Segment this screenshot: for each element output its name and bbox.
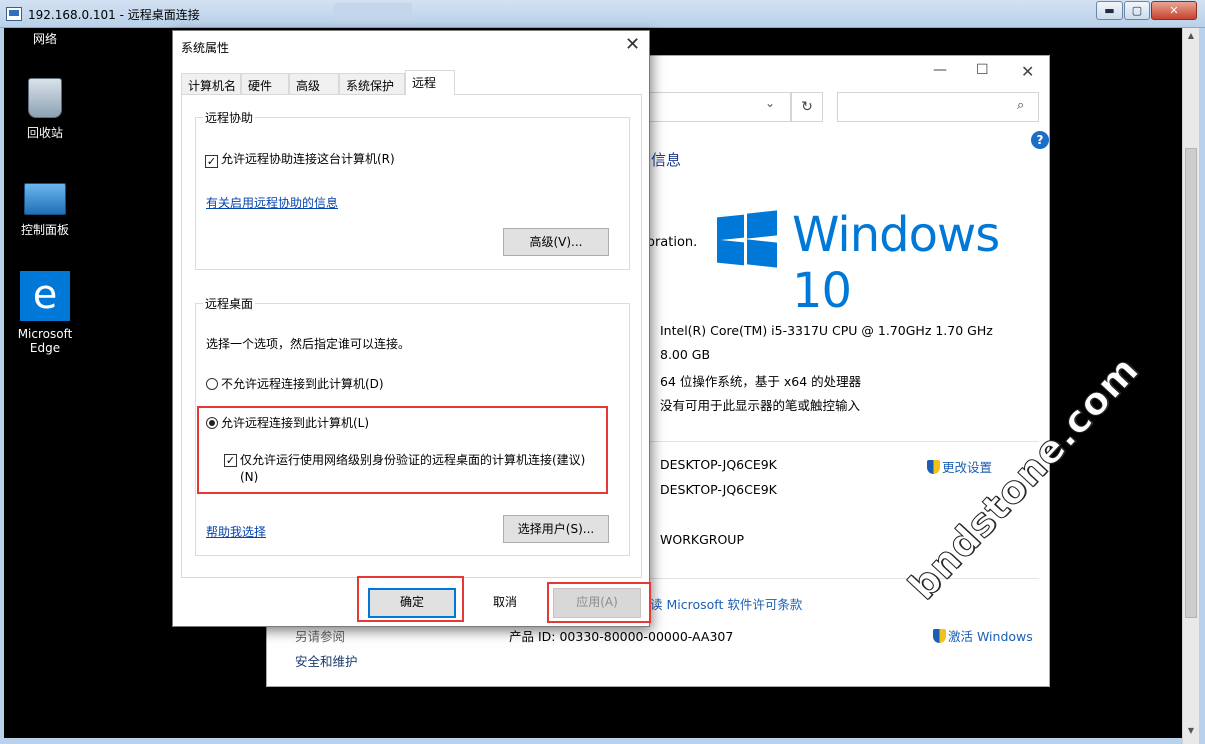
desktop-icon-label: 控制面板 <box>20 223 69 237</box>
radio-deny-remote[interactable]: 不允许远程连接到此计算机(D) <box>206 375 384 392</box>
dialog-title: 系统属性 <box>181 41 230 55</box>
dialog-close-button[interactable]: ✕ <box>625 34 640 55</box>
group-title: 远程桌面 <box>203 295 256 312</box>
system-properties-dialog: 系统属性 ✕ 计算机名 硬件 高级 系统保护 远程 远程协助 ✓ 允许远程协助连接… <box>172 30 650 627</box>
vertical-scrollbar[interactable]: ▲ ▼ <box>1182 28 1199 744</box>
windows-brand-text: Windows 10 <box>792 207 1000 319</box>
processor-value: Intel(R) Core(TM) i5-3317U CPU @ 1.70GHz… <box>660 323 993 338</box>
instruction-text: 选择一个选项，然后指定谁可以连接。 <box>206 337 411 351</box>
tab-system-protection[interactable]: 系统保护 <box>339 73 405 94</box>
select-users-button[interactable]: 选择用户(S)... <box>503 515 609 543</box>
highlight-box-apply <box>547 582 651 623</box>
full-computer-name-value: DESKTOP-JQ6CE9K <box>660 482 777 497</box>
workgroup-value: WORKGROUP <box>660 532 744 547</box>
activate-windows-link[interactable]: 激活 Windows <box>933 626 1033 645</box>
help-icon[interactable]: ? <box>1031 131 1049 149</box>
rdp-title-bar: 192.168.0.101 - 远程桌面连接 ▬ ▢ ✕ <box>0 0 1205 28</box>
desktop-icon-label: 回收站 <box>26 126 63 140</box>
scroll-down-arrow-icon[interactable]: ▼ <box>1183 723 1199 739</box>
rdp-window-title: 192.168.0.101 - 远程桌面连接 <box>28 8 200 22</box>
page-heading: 信息 <box>651 151 682 169</box>
divider <box>647 578 1039 579</box>
license-terms-link[interactable]: 读 Microsoft 软件许可条款 <box>650 594 802 613</box>
allow-remote-assistance-checkbox[interactable]: ✓ 允许远程协助连接这台计算机(R) <box>205 150 395 168</box>
rdp-maximize-button[interactable]: ▢ <box>1124 1 1150 20</box>
control-panel-icon <box>24 183 66 215</box>
desktop-icon-label: Microsoft Edge <box>17 327 73 355</box>
pen-touch-value: 没有可用于此显示器的笔或触控输入 <box>660 398 861 413</box>
change-settings-label: 更改设置 <box>942 460 993 475</box>
system-type-value: 64 位操作系统，基于 x64 的处理器 <box>660 374 862 389</box>
tab-hardware[interactable]: 硬件 <box>241 73 289 94</box>
radio-unselected-icon <box>206 378 218 390</box>
refresh-button[interactable]: ↻ <box>791 92 823 122</box>
product-id-value: 产品 ID: 00330-80000-00000-AA307 <box>509 629 734 644</box>
copyright-text: oration. <box>647 235 698 250</box>
tab-advanced[interactable]: 高级 <box>289 73 339 94</box>
checkbox-label: 允许远程协助连接这台计算机(R) <box>221 152 395 166</box>
tab-remote[interactable]: 远程 <box>405 70 455 95</box>
search-icon: ⌕ <box>1017 98 1025 113</box>
scrollbar-thumb[interactable] <box>1185 148 1197 618</box>
ram-value: 8.00 GB <box>660 347 711 362</box>
desktop-icon-control-panel[interactable]: 控制面板 <box>13 183 77 238</box>
chevron-down-icon[interactable]: ⌄ <box>765 96 775 110</box>
divider <box>647 441 1039 442</box>
activate-windows-label: 激活 Windows <box>948 629 1033 644</box>
uac-shield-icon <box>933 629 946 643</box>
remote-assistance-group: 远程协助 ✓ 允许远程协助连接这台计算机(R) 有关启用远程协助的信息 高级(V)… <box>195 109 630 270</box>
rdp-frame-bottom <box>0 738 1205 744</box>
connection-bar-tab <box>334 3 412 21</box>
windows-logo-icon <box>717 210 777 268</box>
maximize-button[interactable]: ☐ <box>976 62 989 78</box>
see-also-heading: 另请参阅 <box>295 629 346 644</box>
minimize-button[interactable]: — <box>933 62 947 78</box>
help-me-choose-link[interactable]: 帮助我选择 <box>206 523 266 540</box>
highlight-box-ok <box>357 576 464 622</box>
edge-icon: e <box>20 271 70 321</box>
scroll-up-arrow-icon[interactable]: ▲ <box>1183 28 1199 44</box>
uac-shield-icon <box>927 460 940 474</box>
checkbox-checked-icon: ✓ <box>205 155 218 168</box>
desktop-icon-edge[interactable]: e Microsoft Edge <box>13 271 77 355</box>
desktop-icon-recycle-bin[interactable]: 回收站 <box>13 78 77 141</box>
change-settings-link[interactable]: 更改设置 <box>927 457 992 476</box>
tab-computer-name[interactable]: 计算机名 <box>181 73 241 94</box>
radio-label: 不允许远程连接到此计算机(D) <box>221 377 384 391</box>
remote-tab-panel: 远程协助 ✓ 允许远程协助连接这台计算机(R) 有关启用远程协助的信息 高级(V)… <box>181 94 642 578</box>
search-input[interactable] <box>837 92 1039 122</box>
desktop-icon-label: 网络 <box>32 32 57 46</box>
security-maintenance-link[interactable]: 安全和维护 <box>295 651 358 670</box>
cancel-button[interactable]: 取消 <box>461 588 549 618</box>
close-button[interactable]: ✕ <box>1021 62 1034 81</box>
rdp-close-button[interactable]: ✕ <box>1151 1 1197 20</box>
remote-assistance-info-link[interactable]: 有关启用远程协助的信息 <box>206 194 338 211</box>
rdp-minimize-button[interactable]: ▬ <box>1096 1 1123 20</box>
advanced-button[interactable]: 高级(V)... <box>503 228 609 256</box>
desktop-icon-network[interactable]: 网络 <box>13 30 77 47</box>
group-title: 远程协助 <box>203 109 256 126</box>
recycle-bin-icon <box>28 78 62 118</box>
highlight-box-allow-remote <box>197 406 608 494</box>
computer-name-value: DESKTOP-JQ6CE9K <box>660 457 777 472</box>
remote-desktop-icon <box>6 7 22 21</box>
